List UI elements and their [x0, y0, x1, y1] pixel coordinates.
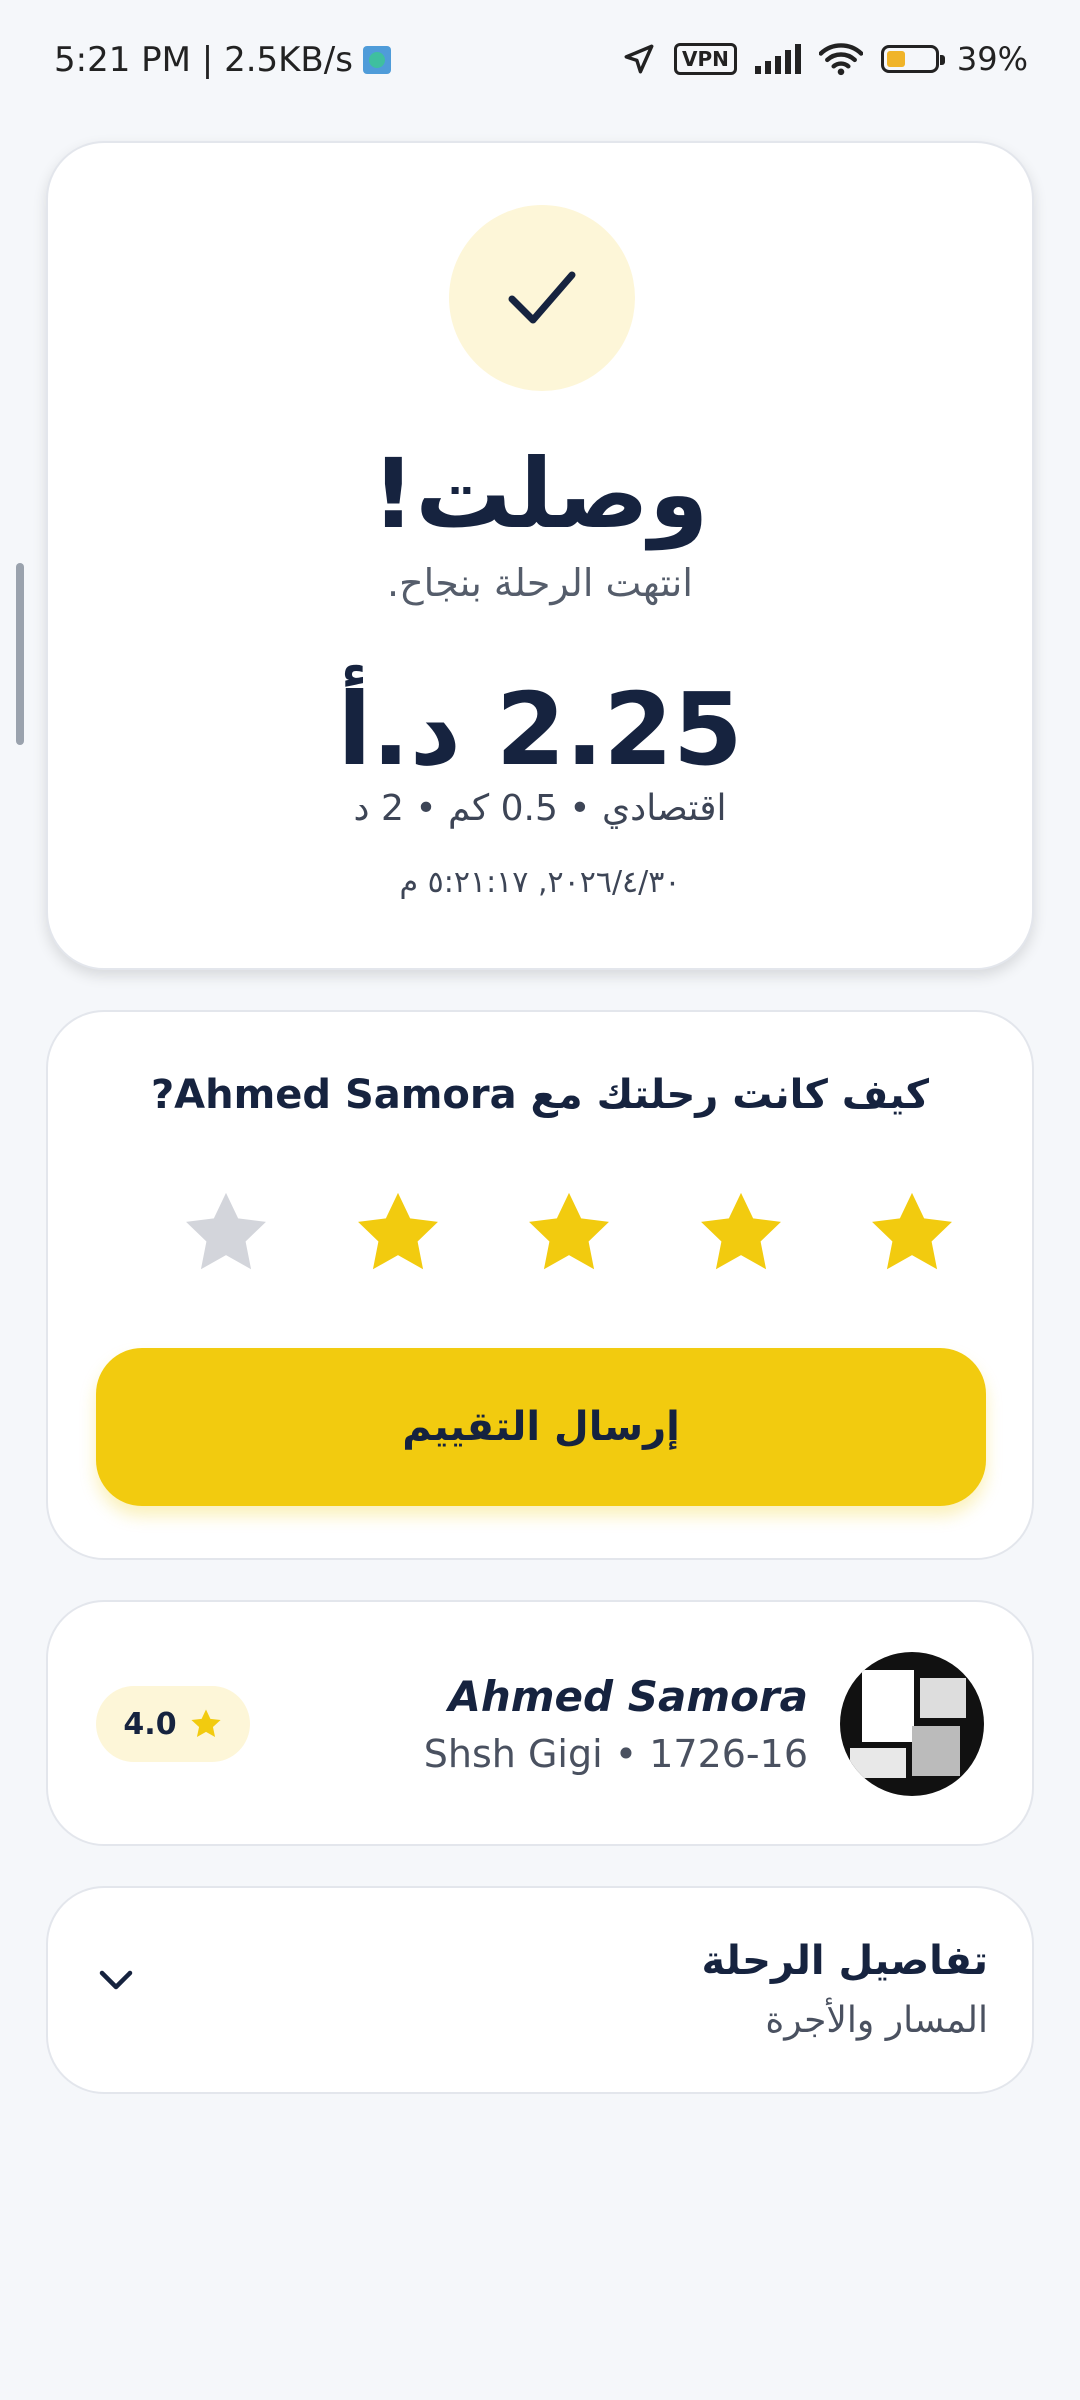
star-button-3[interactable]	[519, 1184, 619, 1284]
scroll-indicator	[16, 563, 24, 745]
arrival-card: وصلت! انتهت الرحلة بنجاح. 2.25 د.أ اقتصا…	[46, 141, 1034, 970]
star-icon	[529, 1192, 609, 1270]
arrival-subtitle: انتهت الرحلة بنجاح.	[387, 561, 693, 605]
star-icon	[872, 1192, 952, 1270]
star-icon	[357, 1192, 438, 1270]
rating-card: كيف كانت رحلتك مع Ahmed Samora? إرسال ال…	[46, 1010, 1034, 1560]
location-icon	[624, 44, 654, 74]
status-bar: 5:21 PM | 2.5KB/s VPN 39%	[0, 0, 1080, 125]
star-button-4[interactable]	[348, 1184, 448, 1284]
success-check-badge	[449, 205, 635, 391]
trip-meta: اقتصادي • 0.5 كم • 2 د	[353, 788, 727, 829]
status-right: VPN 39%	[622, 40, 1028, 78]
check-icon	[508, 271, 576, 324]
submit-rating-button[interactable]: إرسال التقييم	[96, 1348, 986, 1506]
arrival-title: وصلت!	[371, 438, 709, 550]
vpn-icon: VPN	[674, 43, 737, 75]
driver-rating-badge: 4.0	[96, 1686, 250, 1762]
star-icon	[700, 1192, 781, 1270]
app-notification-icon	[362, 46, 391, 74]
battery-fill	[886, 51, 905, 67]
star-button-2[interactable]	[691, 1184, 791, 1284]
trip-details-title: تفاصيل الرحلة	[701, 1938, 988, 1984]
trip-details-card[interactable]: تفاصيل الرحلة المسار والأجرة	[46, 1886, 1034, 2094]
trip-datetime: ٢٠٢٦/٤/٣٠, ٥:٢١:١٧ م	[399, 865, 681, 900]
chevron-down-icon[interactable]	[98, 1968, 134, 1992]
rating-question: كيف كانت رحلتك مع Ahmed Samora?	[150, 1072, 930, 1118]
wifi-icon	[818, 43, 863, 76]
status-time: 5:21 PM | 2.5KB/s	[54, 40, 353, 80]
star-rating	[176, 1184, 962, 1284]
driver-rating-value: 4.0	[123, 1706, 177, 1742]
battery-percent: 39%	[956, 40, 1028, 78]
driver-vehicle: Shsh Gigi • 1726-16	[423, 1732, 808, 1776]
fare-amount: 2.25 د.أ	[337, 671, 744, 788]
trip-details-subtitle: المسار والأجرة	[765, 2000, 988, 2041]
star-button-5[interactable]	[176, 1184, 276, 1284]
star-icon	[190, 1709, 221, 1738]
signal-icon	[754, 44, 801, 74]
driver-card[interactable]: Ahmed Samora Shsh Gigi • 1726-16 4.0	[46, 1600, 1034, 1846]
driver-avatar	[840, 1652, 984, 1796]
star-icon	[186, 1192, 266, 1270]
battery-icon	[880, 45, 945, 73]
status-left: 5:21 PM | 2.5KB/s	[54, 40, 391, 80]
driver-name: Ahmed Samora	[448, 1672, 808, 1721]
star-button-1[interactable]	[862, 1184, 962, 1284]
